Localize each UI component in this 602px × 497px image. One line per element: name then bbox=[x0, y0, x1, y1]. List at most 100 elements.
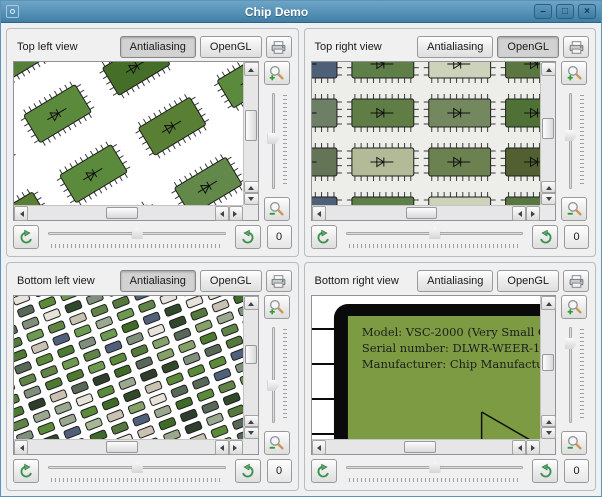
vertical-scroll-thumb[interactable] bbox=[244, 344, 257, 364]
zoom-out-button[interactable] bbox=[561, 197, 587, 221]
scroll-right-button[interactable] bbox=[228, 440, 243, 455]
rotate-slider-handle[interactable] bbox=[131, 461, 143, 473]
scroll-right-button[interactable] bbox=[526, 440, 540, 455]
graphics-view[interactable] bbox=[13, 295, 259, 455]
scroll-left-button[interactable] bbox=[14, 206, 28, 221]
vertical-scrollbar[interactable] bbox=[242, 296, 259, 439]
horizontal-scroll-track[interactable] bbox=[28, 440, 215, 454]
rotate-right-button[interactable] bbox=[532, 459, 558, 483]
rotate-slider[interactable] bbox=[45, 459, 229, 483]
scroll-up-button-2[interactable] bbox=[243, 181, 259, 193]
zoom-slider[interactable] bbox=[561, 91, 587, 191]
horizontal-scroll-track[interactable] bbox=[326, 206, 513, 220]
horizontal-scrollbar[interactable] bbox=[14, 205, 243, 221]
zoom-in-button[interactable] bbox=[263, 295, 290, 319]
antialiasing-toggle[interactable]: Antialiasing bbox=[119, 270, 196, 292]
scroll-up-button-2[interactable] bbox=[541, 415, 556, 427]
zoom-in-button[interactable] bbox=[263, 61, 290, 85]
rotate-slider-handle[interactable] bbox=[131, 227, 143, 239]
print-button[interactable] bbox=[563, 36, 589, 58]
scroll-up-button-2[interactable] bbox=[243, 415, 259, 427]
antialiasing-toggle[interactable]: Antialiasing bbox=[417, 270, 494, 292]
scroll-right-button[interactable] bbox=[228, 206, 243, 221]
vertical-scroll-thumb[interactable] bbox=[542, 118, 554, 139]
horizontal-scroll-thumb[interactable] bbox=[106, 441, 139, 453]
window-menu-icon[interactable] bbox=[6, 5, 19, 18]
zoom-slider-handle[interactable] bbox=[565, 338, 577, 349]
vertical-scroll-track[interactable] bbox=[541, 76, 555, 181]
print-button[interactable] bbox=[265, 270, 292, 292]
scroll-up-button-2[interactable] bbox=[541, 181, 556, 193]
graphics-view[interactable] bbox=[310, 61, 556, 221]
rotate-left-button[interactable] bbox=[13, 459, 39, 483]
scroll-left-button[interactable] bbox=[311, 206, 326, 221]
zoom-slider-handle[interactable] bbox=[267, 380, 280, 391]
scroll-right-button[interactable] bbox=[526, 206, 540, 221]
opengl-toggle[interactable]: OpenGL bbox=[497, 36, 559, 58]
vertical-scroll-track[interactable] bbox=[244, 310, 258, 415]
vertical-scrollbar[interactable] bbox=[540, 296, 556, 439]
rotate-left-button[interactable] bbox=[310, 225, 337, 249]
maximize-button[interactable]: □ bbox=[556, 4, 574, 19]
zoom-slider[interactable] bbox=[561, 325, 587, 425]
scroll-left-button-2[interactable] bbox=[214, 206, 229, 221]
vertical-scroll-thumb[interactable] bbox=[542, 354, 554, 371]
horizontal-scrollbar[interactable] bbox=[311, 439, 540, 455]
vertical-scrollbar[interactable] bbox=[242, 62, 259, 205]
antialiasing-toggle[interactable]: Antialiasing bbox=[417, 36, 494, 58]
horizontal-scrollbar[interactable] bbox=[311, 205, 540, 221]
scroll-down-button[interactable] bbox=[541, 427, 556, 439]
rotation-spinbox[interactable]: 0 bbox=[266, 225, 292, 249]
rotate-left-button[interactable] bbox=[13, 225, 39, 249]
zoom-slider-handle[interactable] bbox=[267, 133, 280, 144]
opengl-toggle[interactable]: OpenGL bbox=[497, 270, 559, 292]
rotate-slider[interactable] bbox=[343, 459, 527, 483]
vertical-scrollbar[interactable] bbox=[540, 62, 556, 205]
rotate-left-button[interactable] bbox=[310, 459, 337, 483]
rotate-slider-handle[interactable] bbox=[429, 461, 441, 473]
vertical-scroll-track[interactable] bbox=[541, 310, 555, 415]
close-button[interactable]: × bbox=[578, 4, 596, 19]
vertical-scroll-track[interactable] bbox=[244, 76, 258, 181]
scroll-down-button[interactable] bbox=[541, 193, 556, 205]
rotate-right-button[interactable] bbox=[532, 225, 558, 249]
zoom-slider[interactable] bbox=[264, 325, 290, 425]
horizontal-scroll-thumb[interactable] bbox=[106, 207, 139, 219]
scroll-left-button[interactable] bbox=[311, 440, 326, 455]
opengl-toggle[interactable]: OpenGL bbox=[199, 270, 262, 292]
scroll-left-button-2[interactable] bbox=[512, 206, 526, 221]
scroll-left-button-2[interactable] bbox=[214, 440, 229, 455]
zoom-out-button[interactable] bbox=[263, 197, 290, 221]
zoom-in-button[interactable] bbox=[561, 295, 587, 319]
scroll-left-button-2[interactable] bbox=[512, 440, 526, 455]
vertical-scroll-thumb[interactable] bbox=[244, 109, 257, 142]
scroll-up-button[interactable] bbox=[243, 62, 259, 76]
scroll-up-button[interactable] bbox=[243, 296, 259, 310]
zoom-out-button[interactable] bbox=[561, 431, 587, 455]
zoom-out-button[interactable] bbox=[263, 431, 290, 455]
horizontal-scroll-track[interactable] bbox=[28, 206, 215, 220]
rotation-spinbox[interactable]: 0 bbox=[266, 459, 292, 483]
scroll-up-button[interactable] bbox=[541, 62, 556, 76]
horizontal-scroll-thumb[interactable] bbox=[403, 441, 436, 453]
scroll-left-button[interactable] bbox=[14, 440, 28, 455]
print-button[interactable] bbox=[563, 270, 589, 292]
scroll-down-button[interactable] bbox=[243, 427, 259, 439]
rotate-slider[interactable] bbox=[45, 225, 229, 249]
horizontal-scroll-track[interactable] bbox=[326, 440, 513, 454]
opengl-toggle[interactable]: OpenGL bbox=[199, 36, 262, 58]
minimize-button[interactable]: – bbox=[534, 4, 552, 19]
zoom-slider[interactable] bbox=[264, 91, 290, 191]
rotate-right-button[interactable] bbox=[234, 459, 261, 483]
rotate-slider-handle[interactable] bbox=[429, 227, 441, 239]
graphics-view[interactable]: Model: VSC-2000 (Very Small Chip) at 9 Se… bbox=[310, 295, 556, 455]
zoom-in-button[interactable] bbox=[561, 61, 587, 85]
rotation-spinbox[interactable]: 0 bbox=[564, 459, 589, 483]
antialiasing-toggle[interactable]: Antialiasing bbox=[119, 36, 196, 58]
graphics-view[interactable] bbox=[13, 61, 259, 221]
horizontal-scrollbar[interactable] bbox=[14, 439, 243, 455]
rotate-slider[interactable] bbox=[343, 225, 527, 249]
zoom-slider-handle[interactable] bbox=[565, 130, 577, 141]
rotate-right-button[interactable] bbox=[234, 225, 261, 249]
print-button[interactable] bbox=[265, 36, 292, 58]
